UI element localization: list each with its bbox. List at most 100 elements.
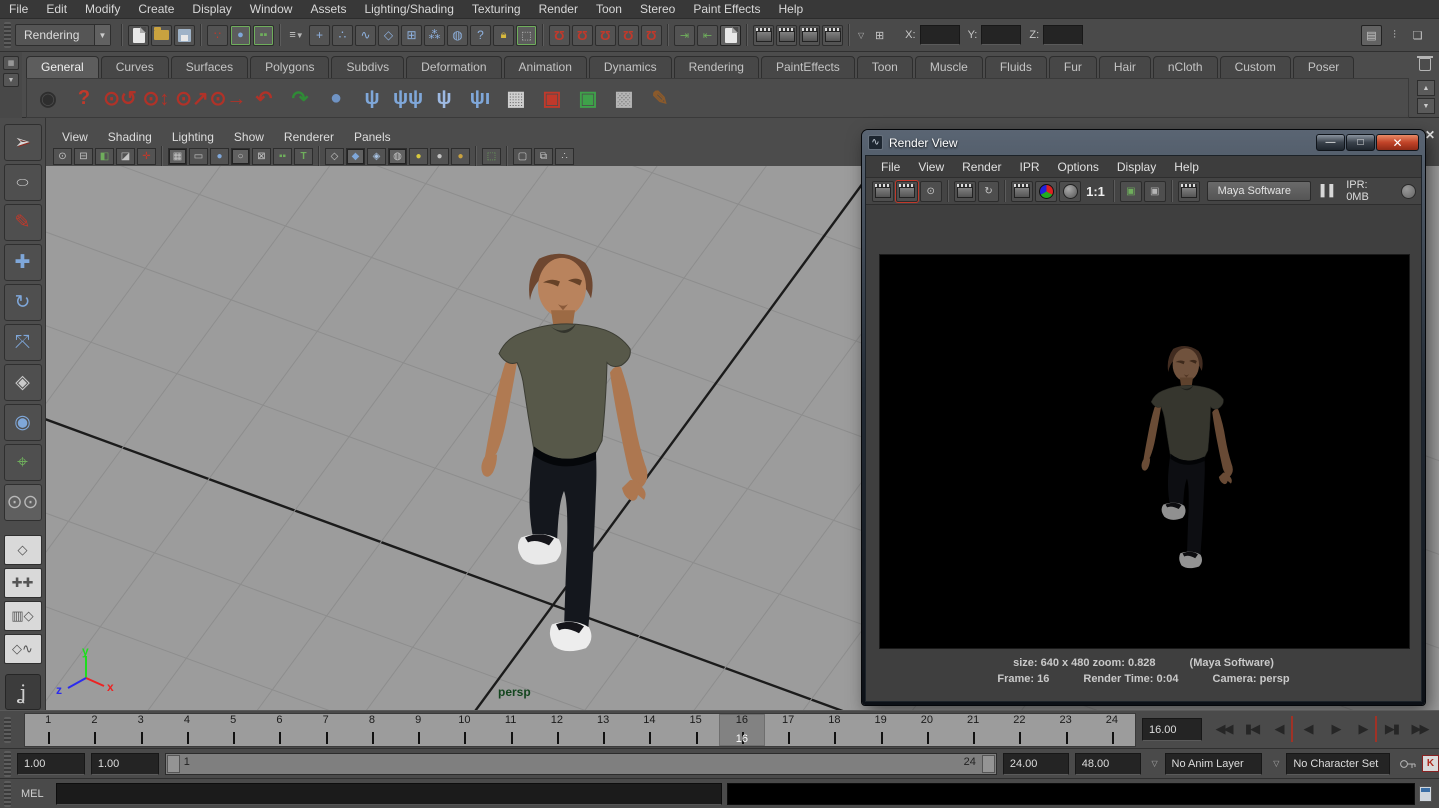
animation-start-field[interactable]: 1.00 (17, 753, 85, 775)
resolution-gate-icon[interactable]: ● (210, 148, 229, 165)
render-icon[interactable] (872, 181, 894, 202)
timeline-frame-cell[interactable]: 4 (164, 714, 210, 746)
snapshot-icon[interactable]: ⊙ (920, 181, 942, 202)
select-by-component-icon[interactable]: ▪▪ (253, 25, 274, 46)
shelf-scroll-down-icon[interactable]: ▼ (1417, 98, 1435, 114)
plugin-display-icon[interactable]: ∴ (555, 148, 574, 165)
point-mask-icon[interactable]: ∴ (332, 25, 353, 46)
camera-tumble-icon[interactable]: ⊙↺ (105, 83, 135, 113)
main-menu-item[interactable]: Toon (587, 0, 631, 19)
timeline-frame-cell[interactable]: 8 (349, 714, 395, 746)
go-to-start-button[interactable]: ◀◀ (1210, 716, 1237, 742)
current-time-field[interactable]: 16.00 (1142, 718, 1202, 741)
timeline-frame-cell[interactable]: 9 (395, 714, 441, 746)
construction-history-icon[interactable] (720, 25, 741, 46)
field-chart-icon[interactable]: ⊠ (252, 148, 271, 165)
curve-mask-icon[interactable]: ∿ (355, 25, 376, 46)
snap-to-curves-icon[interactable]: Ω (572, 25, 593, 46)
select-by-object-icon[interactable]: ● (230, 25, 251, 46)
timeline-frame-cell[interactable]: 6 (256, 714, 302, 746)
render-view-menu-item[interactable]: View (909, 160, 953, 174)
rotate-tool[interactable]: ↻ (4, 284, 42, 321)
delete-unused-icon[interactable]: ● (321, 83, 351, 113)
anim-layer-dropdown-icon[interactable]: ▽ (1147, 755, 1163, 773)
render-view-menu-item[interactable]: Options (1049, 160, 1108, 174)
layout-four-pane-button[interactable]: ✚✚ (4, 568, 42, 598)
assign-material-icon[interactable]: ▣ (573, 83, 603, 113)
image-plane-icon[interactable]: ◪ (116, 148, 135, 165)
playblast-icon[interactable]: ◉ (33, 83, 63, 113)
open-scene-icon[interactable] (151, 25, 172, 46)
step-forward-frame-button[interactable]: ▶ (1350, 716, 1377, 742)
layout-outliner-persp-button[interactable]: ▥◇ (4, 601, 42, 631)
cluster-deformer-icon-1[interactable]: ψ (357, 83, 387, 113)
shelf-menu-icon[interactable]: ▼ (3, 73, 19, 87)
real-size-icon[interactable]: 1:1 (1083, 181, 1108, 202)
mel-command-input[interactable] (56, 783, 722, 805)
timeline-frame-cell[interactable]: 22 (996, 714, 1042, 746)
playback-start-field[interactable]: 1.00 (91, 753, 159, 775)
shelf-tab[interactable]: Custom (1220, 56, 1291, 78)
universal-manipulator-tool[interactable]: ◈ (4, 364, 42, 401)
rgb-channels-icon[interactable] (1035, 181, 1057, 202)
select-by-hierarchy-icon[interactable]: ∵ (207, 25, 228, 46)
timeline-frame-cell[interactable]: 20 (904, 714, 950, 746)
shelf-tab-menu-icon[interactable]: ▦ (3, 56, 19, 70)
timeline-frame-cell[interactable]: 19 (858, 714, 904, 746)
layout-single-pane-button[interactable]: ◇ (4, 535, 42, 565)
render-current-frame-icon[interactable] (776, 25, 797, 46)
safe-title-icon[interactable]: T (294, 148, 313, 165)
command-line-grip[interactable] (4, 781, 11, 807)
z-input[interactable] (1043, 25, 1083, 45)
cluster-deformer-icon-4[interactable]: ψı (465, 83, 495, 113)
wireframe-on-shaded-icon[interactable]: ◈ (367, 148, 386, 165)
last-tool-used[interactable]: ⊙⊙ (4, 484, 42, 521)
main-menu-item[interactable]: Stereo (631, 0, 684, 19)
wireframe-icon[interactable]: ◇ (325, 148, 344, 165)
shelf-tab[interactable]: Hair (1099, 56, 1151, 78)
main-menu-item[interactable]: Modify (76, 0, 129, 19)
pause-ipr-icon[interactable]: ▌▌ (1321, 185, 1339, 197)
shelf-tab[interactable]: Subdivs (331, 56, 404, 78)
main-menu-item[interactable]: Display (183, 0, 240, 19)
chevron-down-icon[interactable]: ▼ (94, 25, 110, 45)
camera-fly-icon[interactable]: ⊙→ (213, 83, 243, 113)
timeline-frame-cell[interactable]: 18 (811, 714, 857, 746)
input-connections-icon[interactable]: ⇥ (674, 25, 695, 46)
undo-icon[interactable]: ↶ (249, 83, 279, 113)
timeline-frame-cell[interactable]: 2 (71, 714, 117, 746)
main-menu-item[interactable]: Lighting/Shading (355, 0, 462, 19)
panel-menu-item[interactable]: Renderer (274, 128, 344, 146)
paint-effects-brush-icon[interactable]: ✎ (645, 83, 675, 113)
render-view-menu-item[interactable]: IPR (1011, 160, 1049, 174)
grid-icon[interactable]: ▦ (168, 148, 187, 165)
shelf-tab[interactable]: Surfaces (171, 56, 248, 78)
timeline-frame-cell[interactable]: 7 (303, 714, 349, 746)
shelf-scroll-up-icon[interactable]: ▲ (1417, 80, 1435, 96)
output-connections-icon[interactable]: ⇤ (697, 25, 718, 46)
character-set-field[interactable]: No Character Set (1286, 753, 1390, 775)
tool-settings-icon[interactable]: ⫶ (1384, 25, 1405, 46)
shelf-tab[interactable]: Poser (1293, 56, 1354, 78)
range-slider[interactable]: 1 24 (165, 753, 997, 775)
connection-editor-icon[interactable]: ▣ (537, 83, 567, 113)
2d-pan-zoom-icon[interactable]: ✛ (137, 148, 156, 165)
select-by-name-icon[interactable]: ⊞ (869, 25, 890, 46)
group-separator[interactable] (475, 146, 477, 168)
select-camera-icon[interactable]: ⊙ (53, 148, 72, 165)
group-separator[interactable] (848, 24, 850, 46)
alpha-channel-icon[interactable] (1059, 181, 1081, 202)
range-start-handle[interactable] (167, 755, 180, 773)
layout-graph-persp-button[interactable]: ◇∿ (4, 634, 42, 664)
shelf-tab[interactable]: Fur (1049, 56, 1097, 78)
lock-selection-icon[interactable]: 🔒︎ (493, 25, 514, 46)
shelf-tab[interactable]: Polygons (250, 56, 329, 78)
show-manipulator-tool[interactable]: ⌖ (4, 444, 42, 481)
cluster-deformer-icon-3[interactable]: ψ (429, 83, 459, 113)
redo-previous-render-icon[interactable] (896, 181, 918, 202)
trash-icon[interactable] (1419, 58, 1431, 71)
group-separator[interactable] (667, 24, 669, 46)
shelf-tab[interactable]: Deformation (406, 56, 501, 78)
group-separator[interactable] (318, 146, 320, 168)
timeline-frame-cell[interactable]: 5 (210, 714, 256, 746)
